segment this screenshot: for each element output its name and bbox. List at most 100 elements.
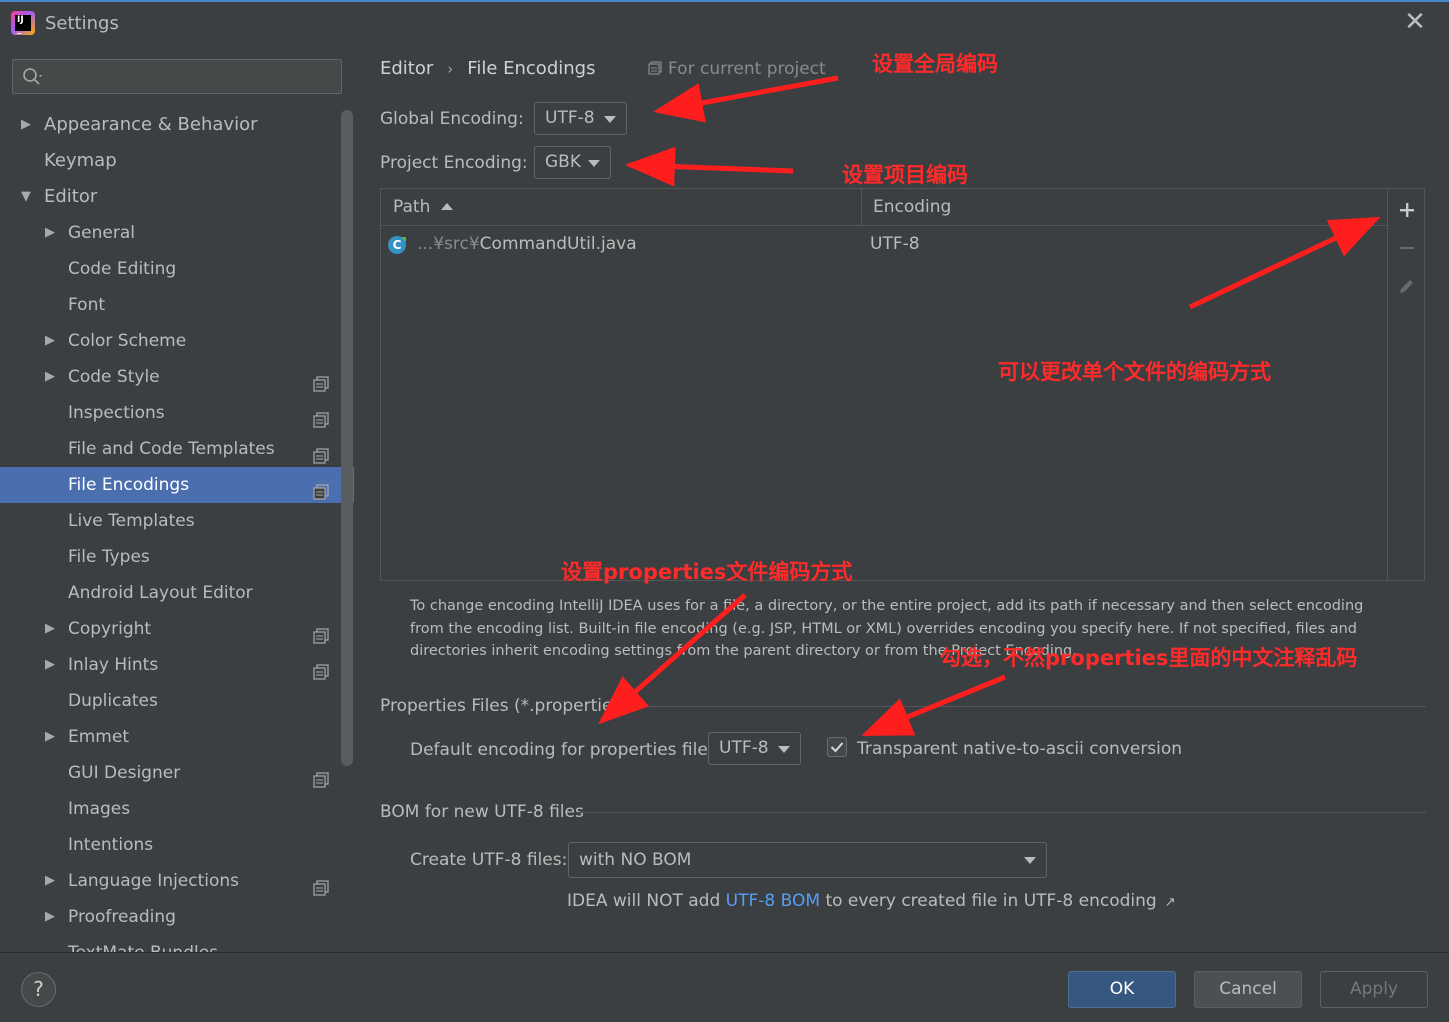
sidebar-item-code-editing[interactable]: Code Editing (0, 251, 354, 287)
help-button[interactable]: ? (21, 972, 56, 1007)
bom-note: IDEA will NOT add UTF-8 BOM to every cre… (567, 891, 1176, 911)
global-encoding-select[interactable]: UTF-8 (534, 102, 627, 135)
sidebar-item-label: Emmet (68, 727, 129, 747)
column-divider[interactable] (861, 189, 862, 226)
tree-expand-arrow-icon[interactable]: ▶ (45, 863, 59, 899)
breadcrumb-parent[interactable]: Editor (380, 58, 433, 79)
global-encoding-value: UTF-8 (545, 108, 595, 128)
bom-note-prefix: IDEA will NOT add (567, 891, 721, 911)
section-divider (577, 812, 1426, 813)
native-to-ascii-label[interactable]: Transparent native-to-ascii conversion (857, 739, 1182, 759)
sidebar-item-label: Appearance & Behavior (44, 114, 258, 135)
sidebar-item-font[interactable]: Font (0, 287, 354, 323)
sidebar-item-appearance-behavior[interactable]: ▶ Appearance & Behavior (0, 107, 354, 143)
pencil-icon (1399, 280, 1413, 293)
sidebar-item-general[interactable]: ▶ General (0, 215, 354, 251)
external-link-icon[interactable]: ↗ (1165, 895, 1176, 910)
tree-expand-arrow-icon[interactable]: ▶ (45, 899, 59, 935)
chevron-down-icon (778, 746, 790, 753)
sidebar-item-textmate-bundles[interactable]: TextMate Bundles (0, 935, 354, 952)
file-encoding-cell[interactable]: UTF-8 (870, 234, 920, 254)
sidebar-item-duplicates[interactable]: Duplicates (0, 683, 354, 719)
edit-path-button[interactable] (1388, 269, 1425, 305)
native-to-ascii-checkbox[interactable] (827, 737, 847, 757)
svg-text:C: C (393, 238, 402, 252)
tree-collapse-arrow-icon[interactable]: ▼ (21, 179, 35, 215)
sort-ascending-icon (441, 203, 453, 210)
file-path-prefix: ...¥src¥ (417, 234, 480, 254)
tree-expand-arrow-icon[interactable]: ▶ (45, 359, 59, 395)
properties-encoding-select[interactable]: UTF-8 (708, 732, 801, 765)
minus-icon (1399, 247, 1414, 249)
sidebar-item-label: Code Editing (68, 259, 177, 279)
tree-expand-arrow-icon[interactable]: ▶ (21, 107, 35, 143)
sidebar-item-label: Live Templates (68, 511, 195, 531)
annotation-single-file: 可以更改单个文件的编码方式 (998, 360, 1271, 384)
sidebar-item-color-scheme[interactable]: ▶ Color Scheme (0, 323, 354, 359)
create-utf8-value: with NO BOM (579, 850, 692, 870)
close-button[interactable]: ✕ (1403, 9, 1427, 35)
sidebar-item-emmet[interactable]: ▶ Emmet (0, 719, 354, 755)
column-header-encoding[interactable]: Encoding (873, 197, 951, 217)
tree-expand-arrow-icon[interactable]: ▶ (45, 323, 59, 359)
title-bar: IJ _ Settings ✕ (0, 0, 1449, 44)
sidebar-item-copyright[interactable]: ▶ Copyright (0, 611, 354, 647)
sidebar-item-android-layout-editor[interactable]: Android Layout Editor (0, 575, 354, 611)
sidebar-item-label: File Types (68, 547, 150, 567)
sidebar-item-keymap[interactable]: Keymap (0, 143, 354, 179)
sidebar-item-editor[interactable]: ▼ Editor (0, 179, 354, 215)
create-utf8-select[interactable]: with NO BOM (568, 842, 1047, 878)
properties-encoding-value: UTF-8 (719, 738, 769, 758)
section-divider (609, 706, 1426, 707)
sidebar-item-images[interactable]: Images (0, 791, 354, 827)
cancel-button[interactable]: Cancel (1194, 971, 1302, 1008)
table-header: Path Encoding (381, 189, 1387, 226)
search-input[interactable] (12, 59, 342, 94)
checkmark-icon (830, 742, 844, 753)
sidebar-item-code-style[interactable]: ▶ Code Style (0, 359, 354, 395)
project-scope-icon (313, 405, 329, 428)
java-class-icon: C (388, 236, 406, 254)
apply-button[interactable]: Apply (1320, 971, 1428, 1008)
utf8-bom-link[interactable]: UTF-8 BOM (726, 891, 820, 911)
sidebar-item-proofreading[interactable]: ▶ Proofreading (0, 899, 354, 935)
sidebar-item-language-injections[interactable]: ▶ Language Injections (0, 863, 354, 899)
sidebar-item-inspections[interactable]: Inspections (0, 395, 354, 431)
sidebar-scrollbar[interactable] (341, 110, 353, 766)
sidebar-item-file-encodings[interactable]: File Encodings (0, 467, 354, 503)
sidebar-item-inlay-hints[interactable]: ▶ Inlay Hints (0, 647, 354, 683)
ok-button[interactable]: OK (1068, 971, 1176, 1008)
sidebar-item-file-and-code-templates[interactable]: File and Code Templates (0, 431, 354, 467)
breadcrumb-current: File Encodings (467, 58, 596, 79)
project-scope-icon (313, 369, 329, 392)
sidebar-item-gui-designer[interactable]: GUI Designer (0, 755, 354, 791)
search-icon (23, 68, 42, 85)
tree-expand-arrow-icon[interactable]: ▶ (45, 215, 59, 251)
tree-expand-arrow-icon[interactable]: ▶ (45, 647, 59, 683)
sidebar-item-label: Copyright (68, 619, 152, 639)
sidebar-item-label: Inspections (68, 403, 165, 423)
tree-expand-arrow-icon[interactable]: ▶ (45, 611, 59, 647)
file-path-cell: ...¥src¥CommandUtil.java (417, 234, 637, 254)
annotation-project: 设置项目编码 (842, 163, 968, 187)
chevron-down-icon (588, 160, 600, 167)
table-row[interactable]: C ...¥src¥CommandUtil.java UTF-8 (381, 227, 1387, 263)
project-encoding-value: GBK (545, 152, 581, 172)
remove-path-button[interactable] (1388, 231, 1425, 267)
tree-expand-arrow-icon[interactable]: ▶ (45, 719, 59, 755)
project-encoding-label: Project Encoding: (380, 153, 528, 173)
sidebar-item-label: Code Style (68, 367, 160, 387)
add-path-button[interactable] (1388, 193, 1425, 229)
sidebar-item-intentions[interactable]: Intentions (0, 827, 354, 863)
column-header-path[interactable]: Path (393, 197, 430, 217)
sidebar-item-live-templates[interactable]: Live Templates (0, 503, 354, 539)
annotation-global: 设置全局编码 (872, 52, 998, 76)
sidebar-item-label: Images (68, 799, 131, 819)
sidebar-item-label: Font (68, 295, 106, 315)
sidebar-item-label: Intentions (68, 835, 154, 855)
sidebar-item-label: Duplicates (68, 691, 158, 711)
project-scope-icon (313, 765, 329, 788)
sidebar-item-file-types[interactable]: File Types (0, 539, 354, 575)
project-encoding-select[interactable]: GBK (534, 146, 611, 179)
window-title: Settings (45, 13, 119, 34)
